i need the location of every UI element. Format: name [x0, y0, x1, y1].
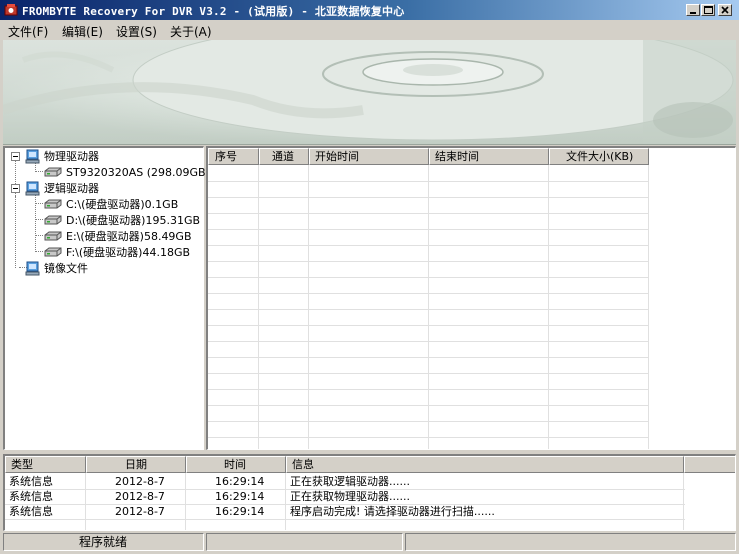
computer-icon [25, 181, 40, 195]
computer-icon [25, 149, 40, 163]
tree-item-logical-drives[interactable]: 逻辑驱动器 [25, 180, 99, 196]
column-header-index[interactable]: 序号 [208, 148, 259, 165]
log-header-filler [684, 456, 735, 473]
application-window: FROMBYTE Recovery For DVR V3.2 - (试用版) -… [0, 0, 739, 554]
tree-label: D:\(硬盘驱动器)195.31GB [66, 214, 201, 227]
log-cell-time: 16:29:14 [215, 505, 265, 518]
window-title: FROMBYTE Recovery For DVR V3.2 - (试用版) -… [22, 5, 405, 18]
hard-drive-icon [44, 167, 62, 177]
tree-label: C:\(硬盘驱动器)0.1GB [66, 198, 179, 211]
log-cell-time: 16:29:14 [215, 475, 265, 488]
log-cell-date: 2012-8-7 [115, 505, 165, 518]
tree-label: 镜像文件 [44, 262, 88, 275]
tree-item-drive-f[interactable]: F:\(硬盘驱动器)44.18GB [43, 244, 190, 260]
close-icon [721, 6, 729, 14]
tree-label: E:\(硬盘驱动器)58.49GB [66, 230, 192, 243]
hard-drive-icon [44, 215, 62, 225]
hard-disk-artwork [3, 40, 736, 144]
expand-physical-toggle[interactable] [11, 152, 20, 161]
tree-item-drive-e[interactable]: E:\(硬盘驱动器)58.49GB [43, 228, 192, 244]
log-cell-info: 正在获取物理驱动器...... [290, 490, 410, 503]
menu-bar: 文件(F) 编辑(E) 设置(S) 关于(A) [0, 20, 739, 40]
log-cell-date: 2012-8-7 [115, 490, 165, 503]
menu-edit[interactable]: 编辑(E) [62, 23, 103, 40]
log-cell-type: 系统信息 [9, 505, 53, 518]
minimize-icon [690, 12, 696, 14]
menu-settings[interactable]: 设置(S) [116, 23, 157, 40]
tree-label: 物理驱动器 [44, 150, 99, 163]
computer-icon [25, 261, 40, 275]
menu-about[interactable]: 关于(A) [170, 23, 212, 40]
column-header-start-time[interactable]: 开始时间 [309, 148, 429, 165]
status-panel-main: 程序就绪 [3, 533, 204, 551]
log-cell-type: 系统信息 [9, 490, 53, 503]
tree-label: ST9320320AS (298.09GB) [66, 165, 210, 179]
menu-file[interactable]: 文件(F) [8, 23, 48, 40]
log-cell-time: 16:29:14 [215, 490, 265, 503]
column-header-end-time[interactable]: 结束时间 [429, 148, 549, 165]
maximize-icon [704, 6, 713, 14]
tree-item-physical-drive[interactable]: ST9320320AS (298.09GB) [43, 164, 210, 180]
app-icon [4, 4, 18, 16]
file-list: 序号 通道 开始时间 结束时间 文件大小(KB) [206, 146, 736, 450]
minimize-button[interactable] [686, 4, 700, 16]
title-bar[interactable]: FROMBYTE Recovery For DVR V3.2 - (试用版) -… [0, 0, 739, 20]
log-header-type[interactable]: 类型 [5, 456, 86, 473]
banner-image [3, 40, 736, 145]
log-cell-type: 系统信息 [9, 475, 53, 488]
status-panel-3 [405, 533, 736, 551]
hard-drive-icon [44, 231, 62, 241]
maximize-button[interactable] [701, 4, 715, 16]
status-panel-2 [206, 533, 403, 551]
tree-label: 逻辑驱动器 [44, 182, 99, 195]
log-cell-info: 程序启动完成! 请选择驱动器进行扫描...... [290, 505, 495, 518]
drive-tree: 物理驱动器 ST9320320AS (298.09GB) 逻辑驱动器 C:\(硬… [3, 146, 210, 450]
expand-logical-toggle[interactable] [11, 184, 20, 193]
log-header-date[interactable]: 日期 [86, 456, 186, 473]
hard-drive-icon [44, 247, 62, 257]
column-header-channel[interactable]: 通道 [259, 148, 309, 165]
log-table: 类型 日期 时间 信息 系统信息 2012-8-7 16:29:14 正在获取逻… [3, 454, 736, 531]
column-header-file-size[interactable]: 文件大小(KB) [549, 148, 649, 165]
hard-drive-icon [44, 199, 62, 209]
tree-label: F:\(硬盘驱动器)44.18GB [66, 246, 191, 259]
status-text: 程序就绪 [79, 535, 128, 549]
log-cell-info: 正在获取逻辑驱动器...... [290, 475, 410, 488]
tree-item-drive-c[interactable]: C:\(硬盘驱动器)0.1GB [43, 196, 178, 212]
close-button[interactable] [718, 4, 732, 16]
log-header-time[interactable]: 时间 [186, 456, 286, 473]
log-header-info[interactable]: 信息 [286, 456, 684, 473]
tree-item-drive-d[interactable]: D:\(硬盘驱动器)195.31GB [43, 212, 200, 228]
log-cell-date: 2012-8-7 [115, 475, 165, 488]
tree-item-physical-drives[interactable]: 物理驱动器 [25, 148, 99, 164]
tree-item-image-files[interactable]: 镜像文件 [25, 260, 88, 276]
